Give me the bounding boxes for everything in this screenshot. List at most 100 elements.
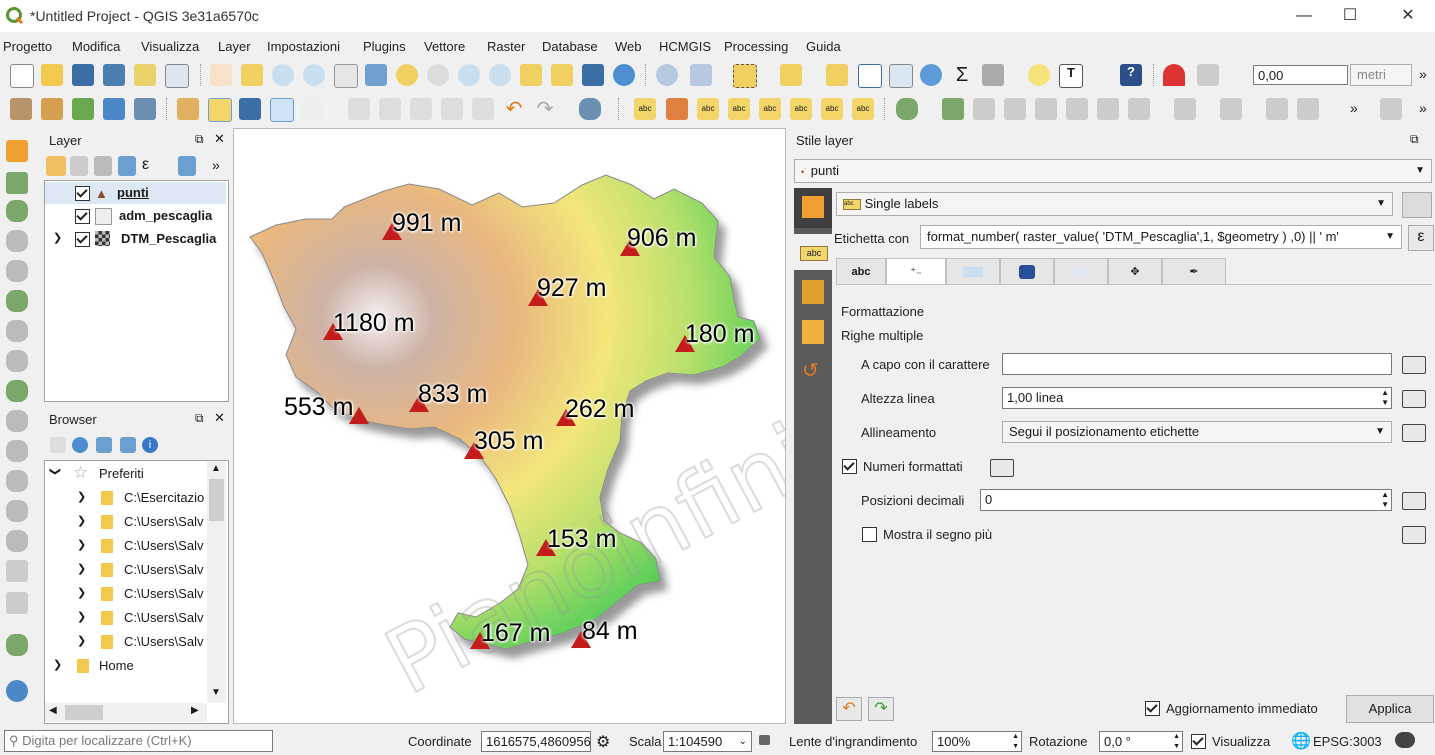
menu-hcmgis[interactable]: HCMGIS xyxy=(659,39,711,54)
scroll-up-icon[interactable]: ▲ xyxy=(211,463,221,474)
advanced-digitizing-icon[interactable] xyxy=(896,98,918,120)
browser-home[interactable]: ❯ Home xyxy=(45,655,207,677)
spinner-icon[interactable]: ▲ ▼ xyxy=(1381,388,1389,408)
add-point-icon[interactable] xyxy=(270,98,294,122)
tab-background[interactable] xyxy=(1000,258,1054,285)
vt-icon-18[interactable] xyxy=(6,680,28,702)
menu-database[interactable]: Database xyxy=(542,39,598,54)
move-label-icon[interactable]: abc xyxy=(790,98,812,120)
coordinate-input[interactable]: 1616575,4860956 xyxy=(481,731,591,752)
rotate-label-icon[interactable]: abc xyxy=(821,98,843,120)
diagrams-icon[interactable] xyxy=(802,320,824,344)
digitize-icon[interactable] xyxy=(103,98,125,120)
menu-guida[interactable]: Guida xyxy=(806,39,841,54)
zoom-selection-icon[interactable] xyxy=(396,64,418,86)
apply-button[interactable]: Applica xyxy=(1346,695,1434,723)
expand-arrow-icon[interactable]: ❯ xyxy=(49,467,62,476)
show-hide-labels-icon[interactable]: abc xyxy=(759,98,781,120)
filter-expression-icon[interactable]: ε xyxy=(142,156,160,176)
redo-style-icon[interactable]: ↷ xyxy=(868,697,894,721)
highlight-labels-icon[interactable]: abc xyxy=(728,98,750,120)
expand-arrow-icon[interactable]: ❯ xyxy=(77,586,86,599)
spinner-icon[interactable]: ▲ ▼ xyxy=(1012,732,1019,752)
scale-select[interactable]: 1:104590 ⌄ xyxy=(663,731,752,752)
menu-impostazioni[interactable]: Impostazioni xyxy=(267,39,340,54)
help-icon[interactable]: ? xyxy=(1120,64,1142,86)
vt-icon-5[interactable] xyxy=(6,260,28,282)
formatted-numbers-checkbox[interactable] xyxy=(842,459,857,474)
add-ring-icon[interactable] xyxy=(1174,98,1196,120)
browser-item[interactable]: ❯ C:\Esercitazio xyxy=(45,487,207,509)
scroll-thumb[interactable] xyxy=(209,479,224,521)
simplify-icon[interactable] xyxy=(1128,98,1150,120)
annotation-tool-icon[interactable] xyxy=(1380,98,1402,120)
browser-favorites[interactable]: ❯ ☆ Preferiti xyxy=(45,463,205,485)
3d-view-icon[interactable] xyxy=(802,280,824,304)
menu-modifica[interactable]: Modifica xyxy=(72,39,120,54)
close-panel-icon[interactable]: ✕ xyxy=(214,410,225,426)
fill-ring-icon[interactable] xyxy=(1220,98,1242,120)
tab-buffer[interactable] xyxy=(946,258,1000,285)
layer-select[interactable]: •˙ punti ▼ xyxy=(794,159,1432,183)
menu-progetto[interactable]: Progetto xyxy=(3,39,52,54)
browser-item[interactable]: ❯ C:\Users\Salv xyxy=(45,559,207,581)
expression-builder-icon[interactable]: ε xyxy=(1408,225,1434,251)
menu-web[interactable]: Web xyxy=(615,39,642,54)
vt-icon-4[interactable] xyxy=(6,230,28,252)
data-defined-override-icon[interactable] xyxy=(1402,356,1426,374)
vt-icon-7[interactable] xyxy=(6,320,28,342)
zoom-layer-icon[interactable] xyxy=(427,64,449,86)
processing-toolbox-icon[interactable] xyxy=(920,64,942,86)
expand-arrow-icon[interactable]: ❯ xyxy=(77,490,86,503)
float-panel-icon[interactable]: ⧉ xyxy=(195,132,204,147)
toolbar2-overflow-icon[interactable]: » xyxy=(1350,100,1358,116)
layer-checkbox-dtm[interactable] xyxy=(75,232,90,247)
zoom-full-icon[interactable] xyxy=(365,64,387,86)
layer-checkbox-punti[interactable] xyxy=(75,186,90,201)
pan-to-selection-icon[interactable] xyxy=(241,64,263,86)
menu-visualizza[interactable]: Visualizza xyxy=(141,39,199,54)
undo-style-icon[interactable]: ↶ xyxy=(836,697,862,721)
layer-row-dtm-pescaglia[interactable]: ❯ DTM_Pescaglia xyxy=(45,228,226,250)
layout-manager-icon[interactable] xyxy=(134,64,156,86)
save-as-icon[interactable] xyxy=(103,64,125,86)
manage-visibility-icon[interactable] xyxy=(94,156,112,176)
paste-features-icon[interactable] xyxy=(472,98,494,120)
shape-digitizing-icon[interactable] xyxy=(942,98,964,120)
browser-item[interactable]: ❯ C:\Users\Salv xyxy=(45,607,207,629)
refresh-browser-icon[interactable] xyxy=(72,437,88,453)
tab-text[interactable]: abc xyxy=(836,258,886,285)
layer-styling-icon[interactable] xyxy=(46,156,66,176)
vt-icon-9[interactable] xyxy=(6,380,28,402)
save-project-icon[interactable] xyxy=(72,64,94,86)
delete-part-icon[interactable] xyxy=(1297,98,1319,120)
current-edits-icon[interactable] xyxy=(177,98,199,120)
split-features-icon[interactable] xyxy=(1035,98,1057,120)
data-defined-override-icon[interactable] xyxy=(1402,424,1426,442)
db-manager-icon[interactable] xyxy=(579,98,601,120)
zoom-in-icon[interactable] xyxy=(272,64,294,86)
copy-features-icon[interactable] xyxy=(441,98,463,120)
pan-icon[interactable] xyxy=(210,64,232,86)
vt-icon-6[interactable] xyxy=(6,290,28,312)
layer-row-punti[interactable]: ▲ punti xyxy=(45,182,226,204)
layers-toolbar-overflow-icon[interactable]: » xyxy=(212,157,220,173)
expand-arrow-icon[interactable]: ❯ xyxy=(77,610,86,623)
expand-arrow-icon[interactable]: ❯ xyxy=(53,658,62,671)
wrap-char-input[interactable] xyxy=(1002,353,1392,375)
select-by-value-icon[interactable] xyxy=(780,64,802,86)
vt-icon-13[interactable] xyxy=(6,500,28,522)
filter-browser-icon[interactable] xyxy=(96,437,112,453)
temporal-controller-icon[interactable] xyxy=(582,64,604,86)
layer-row-adm-pescaglia[interactable]: adm_pescaglia xyxy=(45,205,226,227)
lock-scale-icon[interactable] xyxy=(759,735,770,745)
history-icon[interactable]: ↺ xyxy=(802,360,824,382)
select-features-icon[interactable] xyxy=(733,64,757,88)
zoom-out-icon[interactable] xyxy=(303,64,325,86)
open-project-icon[interactable] xyxy=(41,64,63,86)
offset-curve-icon[interactable] xyxy=(1004,98,1026,120)
map-canvas[interactable]: Pianoinfinito 991 m 906 m 927 m 1180 m 1… xyxy=(233,128,786,724)
vt-icon-8[interactable] xyxy=(6,350,28,372)
locator-search-input[interactable]: ⚲ Digita per localizzare (Ctrl+K) xyxy=(4,730,273,752)
snapping-icon[interactable] xyxy=(1163,64,1185,86)
